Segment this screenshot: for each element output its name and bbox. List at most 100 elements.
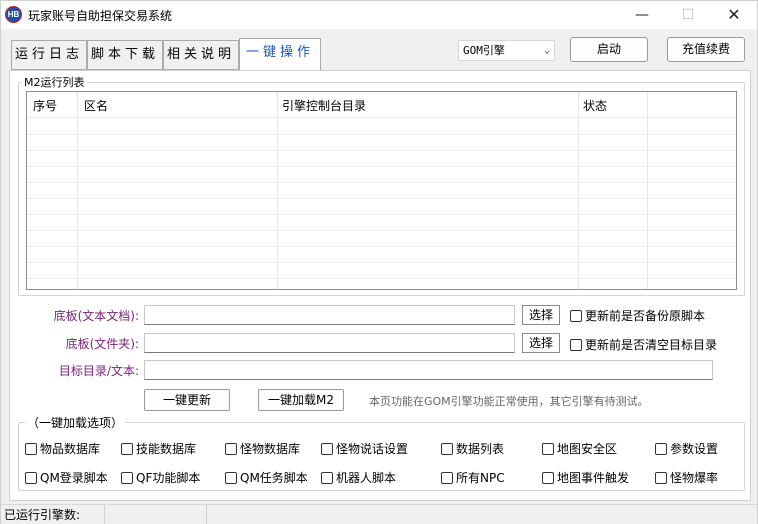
- load-options-title: （一键加载选项）: [25, 414, 126, 431]
- col-divider: [647, 92, 648, 289]
- status-engines-running: 已运行引擎数:: [1, 505, 105, 524]
- maximize-button[interactable]: ☐: [665, 1, 711, 29]
- tab-script-download[interactable]: 脚本下载: [87, 40, 163, 70]
- checkbox-box[interactable]: [225, 471, 237, 484]
- option-label: 怪物数据库: [240, 442, 301, 456]
- target-label: 目标目录/文本:: [58, 364, 139, 378]
- select-base-doc-button[interactable]: 选择: [522, 305, 560, 325]
- close-button[interactable]: ✕: [711, 1, 757, 29]
- row-divider: [27, 166, 736, 167]
- row-divider: [27, 198, 736, 199]
- col-divider: [578, 92, 579, 289]
- option-label: 技能数据库: [136, 442, 197, 456]
- checkbox-box[interactable]: [570, 309, 582, 322]
- option-label: 地图事件触发: [557, 471, 630, 485]
- checkbox-box[interactable]: [441, 442, 453, 455]
- app-window: HB 玩家账号自助担保交易系统 — ☐ ✕ 运行日志 脚本下载 相关说明 一键操…: [0, 0, 758, 524]
- option-qf-script[interactable]: QF功能脚本: [121, 469, 200, 486]
- option-robot-script[interactable]: 机器人脚本: [321, 469, 396, 486]
- option-monster-db[interactable]: 怪物数据库: [225, 440, 300, 457]
- clear-option-checkbox[interactable]: 更新前是否清空目标目录: [570, 336, 717, 353]
- option-label: 地图安全区: [557, 442, 618, 456]
- option-params[interactable]: 参数设置: [655, 440, 718, 457]
- target-input[interactable]: [144, 360, 713, 380]
- m2-table[interactable]: 序号 区名 引擎控制台目录 状态: [26, 91, 737, 290]
- start-button[interactable]: 启动: [570, 37, 648, 62]
- checkbox-box[interactable]: [121, 471, 133, 484]
- option-monster-talk[interactable]: 怪物说话设置: [321, 440, 408, 457]
- checkbox-box[interactable]: [441, 471, 453, 484]
- option-safe-zone[interactable]: 地图安全区: [542, 440, 617, 457]
- checkbox-box[interactable]: [570, 338, 582, 351]
- option-label: 物品数据库: [40, 442, 101, 456]
- engine-select-value: GOM引擎: [463, 44, 505, 57]
- option-skill-db[interactable]: 技能数据库: [121, 440, 196, 457]
- minimize-button[interactable]: —: [619, 1, 665, 29]
- option-label: QM登录脚本: [40, 471, 108, 485]
- checkbox-box[interactable]: [121, 442, 133, 455]
- row-divider: [27, 150, 736, 151]
- col-header-console-dir[interactable]: 引擎控制台目录: [282, 97, 366, 114]
- backup-option-checkbox[interactable]: 更新前是否备份原脚本: [570, 307, 705, 324]
- recharge-button[interactable]: 充值续费: [667, 37, 745, 62]
- checkbox-box[interactable]: [542, 442, 554, 455]
- tab-run-log[interactable]: 运行日志: [11, 40, 87, 70]
- clear-option-label: 更新前是否清空目标目录: [585, 338, 718, 352]
- tab-related-info[interactable]: 相关说明: [163, 40, 239, 70]
- option-label: 机器人脚本: [336, 471, 397, 485]
- row-divider: [27, 246, 736, 247]
- option-label: 所有NPC: [456, 471, 505, 485]
- option-label: 数据列表: [456, 442, 505, 456]
- m2-group-title: M2运行列表: [22, 74, 87, 90]
- option-label: QF功能脚本: [136, 471, 201, 485]
- compat-note: 本页功能在GOM引擎功能正常使用，其它引擎有待测试。: [369, 395, 649, 408]
- checkbox-box[interactable]: [25, 442, 37, 455]
- col-header-status[interactable]: 状态: [583, 97, 607, 114]
- option-drop-rate[interactable]: 怪物爆率: [655, 469, 718, 486]
- row-divider: [27, 182, 736, 183]
- checkbox-box[interactable]: [542, 471, 554, 484]
- col-divider: [77, 92, 78, 289]
- option-qm-login[interactable]: QM登录脚本: [25, 469, 108, 486]
- col-header-index[interactable]: 序号: [33, 97, 57, 114]
- base-doc-label: 底板(文本文档):: [53, 309, 139, 323]
- status-cell-empty: [105, 505, 207, 524]
- option-label: 怪物爆率: [670, 471, 719, 485]
- option-map-event[interactable]: 地图事件触发: [542, 469, 629, 486]
- checkbox-box[interactable]: [321, 442, 333, 455]
- checkbox-box[interactable]: [655, 471, 667, 484]
- update-all-button[interactable]: 一键更新: [144, 389, 230, 411]
- base-folder-input[interactable]: [144, 333, 515, 353]
- row-divider: [27, 134, 736, 135]
- option-label: 参数设置: [670, 442, 719, 456]
- checkbox-box[interactable]: [225, 442, 237, 455]
- checkbox-box[interactable]: [25, 471, 37, 484]
- col-header-zone[interactable]: 区名: [84, 97, 108, 114]
- row-divider: [27, 262, 736, 263]
- window-title: 玩家账号自助担保交易系统: [28, 9, 173, 23]
- col-divider: [277, 92, 278, 289]
- select-base-folder-button[interactable]: 选择: [522, 333, 560, 353]
- row-divider: [27, 278, 736, 279]
- chevron-down-icon: ⌄: [543, 45, 550, 56]
- checkbox-box[interactable]: [655, 442, 667, 455]
- status-cell-empty: [207, 505, 757, 524]
- row-divider: [27, 214, 736, 215]
- base-folder-label: 底板(文件夹):: [65, 337, 139, 351]
- row-divider: [27, 230, 736, 231]
- option-qm-task[interactable]: QM任务脚本: [225, 469, 308, 486]
- load-m2-button[interactable]: 一键加载M2: [258, 389, 344, 411]
- row-divider: [27, 117, 736, 118]
- backup-option-label: 更新前是否备份原脚本: [585, 309, 706, 323]
- tab-one-click-ops[interactable]: 一键操作: [239, 38, 321, 70]
- app-logo-icon: HB: [5, 6, 22, 23]
- option-item-db[interactable]: 物品数据库: [25, 440, 100, 457]
- option-label: QM任务脚本: [240, 471, 308, 485]
- base-doc-input[interactable]: [144, 305, 515, 325]
- checkbox-box[interactable]: [321, 471, 333, 484]
- status-bar: 已运行引擎数:: [1, 504, 757, 524]
- option-data-list[interactable]: 数据列表: [441, 440, 504, 457]
- option-all-npc[interactable]: 所有NPC: [441, 469, 505, 486]
- option-label: 怪物说话设置: [336, 442, 409, 456]
- engine-select[interactable]: GOM引擎 ⌄: [458, 40, 555, 61]
